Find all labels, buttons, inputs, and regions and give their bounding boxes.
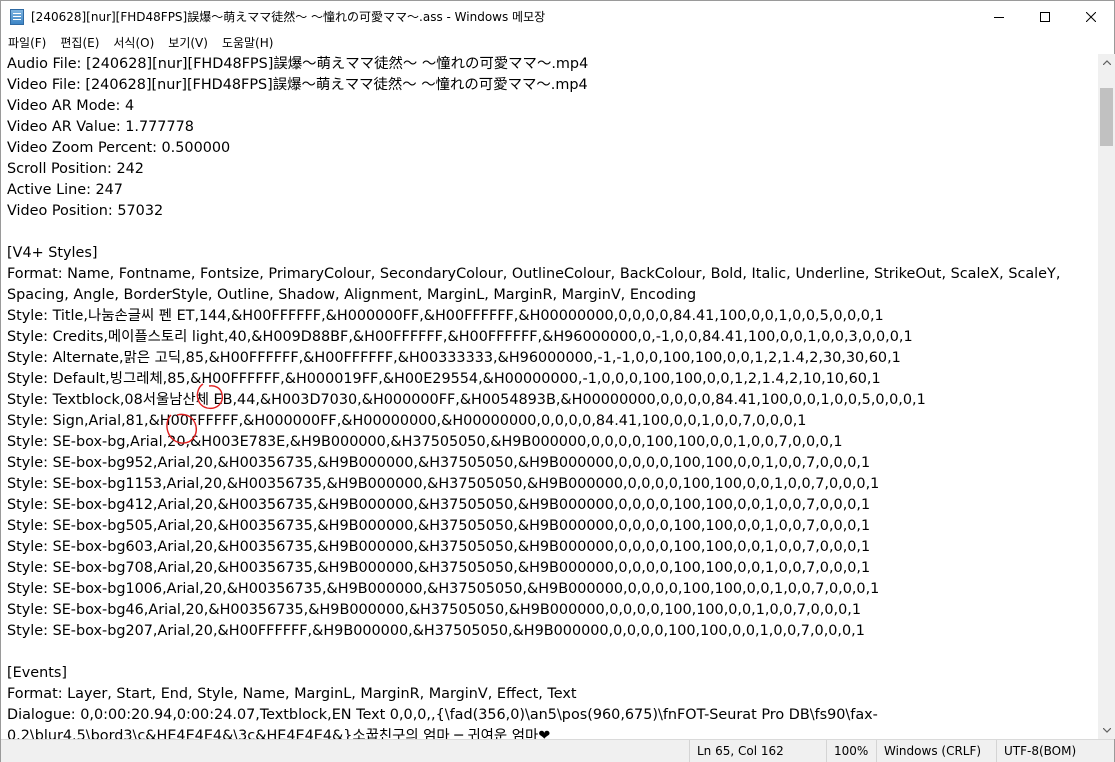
text-editor-area[interactable]: Audio File: [240628][nur][FHD48FPS]誤爆～萌え… [1,54,1098,739]
text-line: Style: Textblock,08서울남산체 EB,44,&H003D703… [7,392,926,408]
text-line: Style: SE-box-bg952,Arial,20,&H00356735,… [7,455,871,471]
text-line: Style: Title,나눔손글씨 펜 ET,144,&H00FFFFFF,&… [7,308,884,324]
text-line: Style: SE-box-bg603,Arial,20,&H00356735,… [7,539,871,555]
text-line: Style: SE-box-bg708,Arial,20,&H00356735,… [7,560,871,576]
status-cursor-position: Ln 65, Col 162 [689,740,831,762]
status-encoding: UTF-8(BOM) [996,740,1098,762]
text-line: Active Line: 247 [7,182,123,198]
text-line: Style: SE-box-bg207,Arial,20,&H00FFFFFF,… [7,623,865,639]
text-line: Video AR Mode: 4 [7,98,135,114]
title-bar[interactable]: [240628][nur][FHD48FPS]誤爆～萌えママ徒然～ ～憧れの可愛… [1,1,1114,32]
text-line: Style: SE-box-bg412,Arial,20,&H00356735,… [7,497,871,513]
menu-bar: 파일(F) 편집(E) 서식(O) 보기(V) 도움말(H) [1,32,1114,54]
maximize-icon [1040,11,1050,22]
menu-view[interactable]: 보기(V) [161,32,215,54]
text-line: 0.2\blur4.5\bord3\c&HE4E4E4&\3c&HE4E4E4&… [7,728,551,739]
text-line: [Events] [7,665,67,681]
maximize-button[interactable] [1022,1,1068,32]
text-line: Dialogue: 0,0:00:20.94,0:00:24.07,Textbl… [7,707,878,723]
text-line: Video AR Value: 1.777778 [7,119,194,135]
text-line: [V4+ Styles] [7,245,98,261]
minimize-icon [994,16,1004,18]
menu-help[interactable]: 도움말(H) [215,32,281,54]
text-line: Scroll Position: 242 [7,161,144,177]
text-line: Format: Name, Fontname, Fontsize, Primar… [7,266,1061,282]
status-bar: Ln 65, Col 162 100% Windows (CRLF) UTF-8… [1,739,1114,762]
menu-file[interactable]: 파일(F) [1,32,53,54]
text-line: Video File: [240628][nur][FHD48FPS]誤爆～萌え… [7,77,588,93]
text-line [7,222,1060,243]
text-line: Format: Layer, Start, End, Style, Name, … [7,686,577,702]
status-line-ending: Windows (CRLF) [876,740,996,762]
menu-format[interactable]: 서식(O) [106,32,161,54]
window-title: [240628][nur][FHD48FPS]誤爆～萌えママ徒然～ ～憧れの可愛… [31,10,546,24]
minimize-button[interactable] [976,1,1022,32]
text-line: Style: Default,빙그레체,85,&H00FFFFFF,&H0000… [7,371,881,387]
text-lines: Audio File: [240628][nur][FHD48FPS]誤爆～萌え… [7,54,1060,739]
text-line: Style: SE-box-bg505,Arial,20,&H00356735,… [7,518,871,534]
text-line: Style: Sign,Arial,81,&H00FFFFFF,&H000000… [7,413,807,429]
window-controls [976,1,1114,32]
notepad-app-icon [10,8,24,25]
text-line: Style: SE-box-bg1006,Arial,20,&H00356735… [7,581,880,597]
text-line: Spacing, Angle, BorderStyle, Outline, Sh… [7,287,697,303]
close-icon [1086,11,1096,22]
text-line: Style: SE-box-bg46,Arial,20,&H00356735,&… [7,602,862,618]
text-line: Video Position: 57032 [7,203,164,219]
chevron-up-icon [1102,60,1111,65]
chevron-down-icon [1102,728,1111,733]
notepad-window: [240628][nur][FHD48FPS]誤爆～萌えママ徒然～ ～憧れの可愛… [0,0,1115,762]
text-line: Style: SE-box-bg,Arial,20,&H003E783E,&H9… [7,434,843,450]
scroll-down-button[interactable] [1098,722,1115,739]
scroll-thumb[interactable] [1100,88,1113,146]
vertical-scrollbar[interactable] [1098,54,1115,739]
text-line: Style: Credits,메이플스토리 light,40,&H009D88B… [7,329,913,345]
text-line [7,642,1060,663]
status-zoom: 100% [826,740,876,762]
text-line: Video Zoom Percent: 0.500000 [7,140,231,156]
text-line: Audio File: [240628][nur][FHD48FPS]誤爆～萌え… [7,56,589,72]
close-button[interactable] [1068,1,1114,32]
text-line: Style: SE-box-bg1153,Arial,20,&H00356735… [7,476,880,492]
scroll-up-button[interactable] [1098,54,1115,71]
menu-edit[interactable]: 편집(E) [53,32,106,54]
text-line: Style: Alternate,맑은 고딕,85,&H00FFFFFF,&H0… [7,350,901,366]
